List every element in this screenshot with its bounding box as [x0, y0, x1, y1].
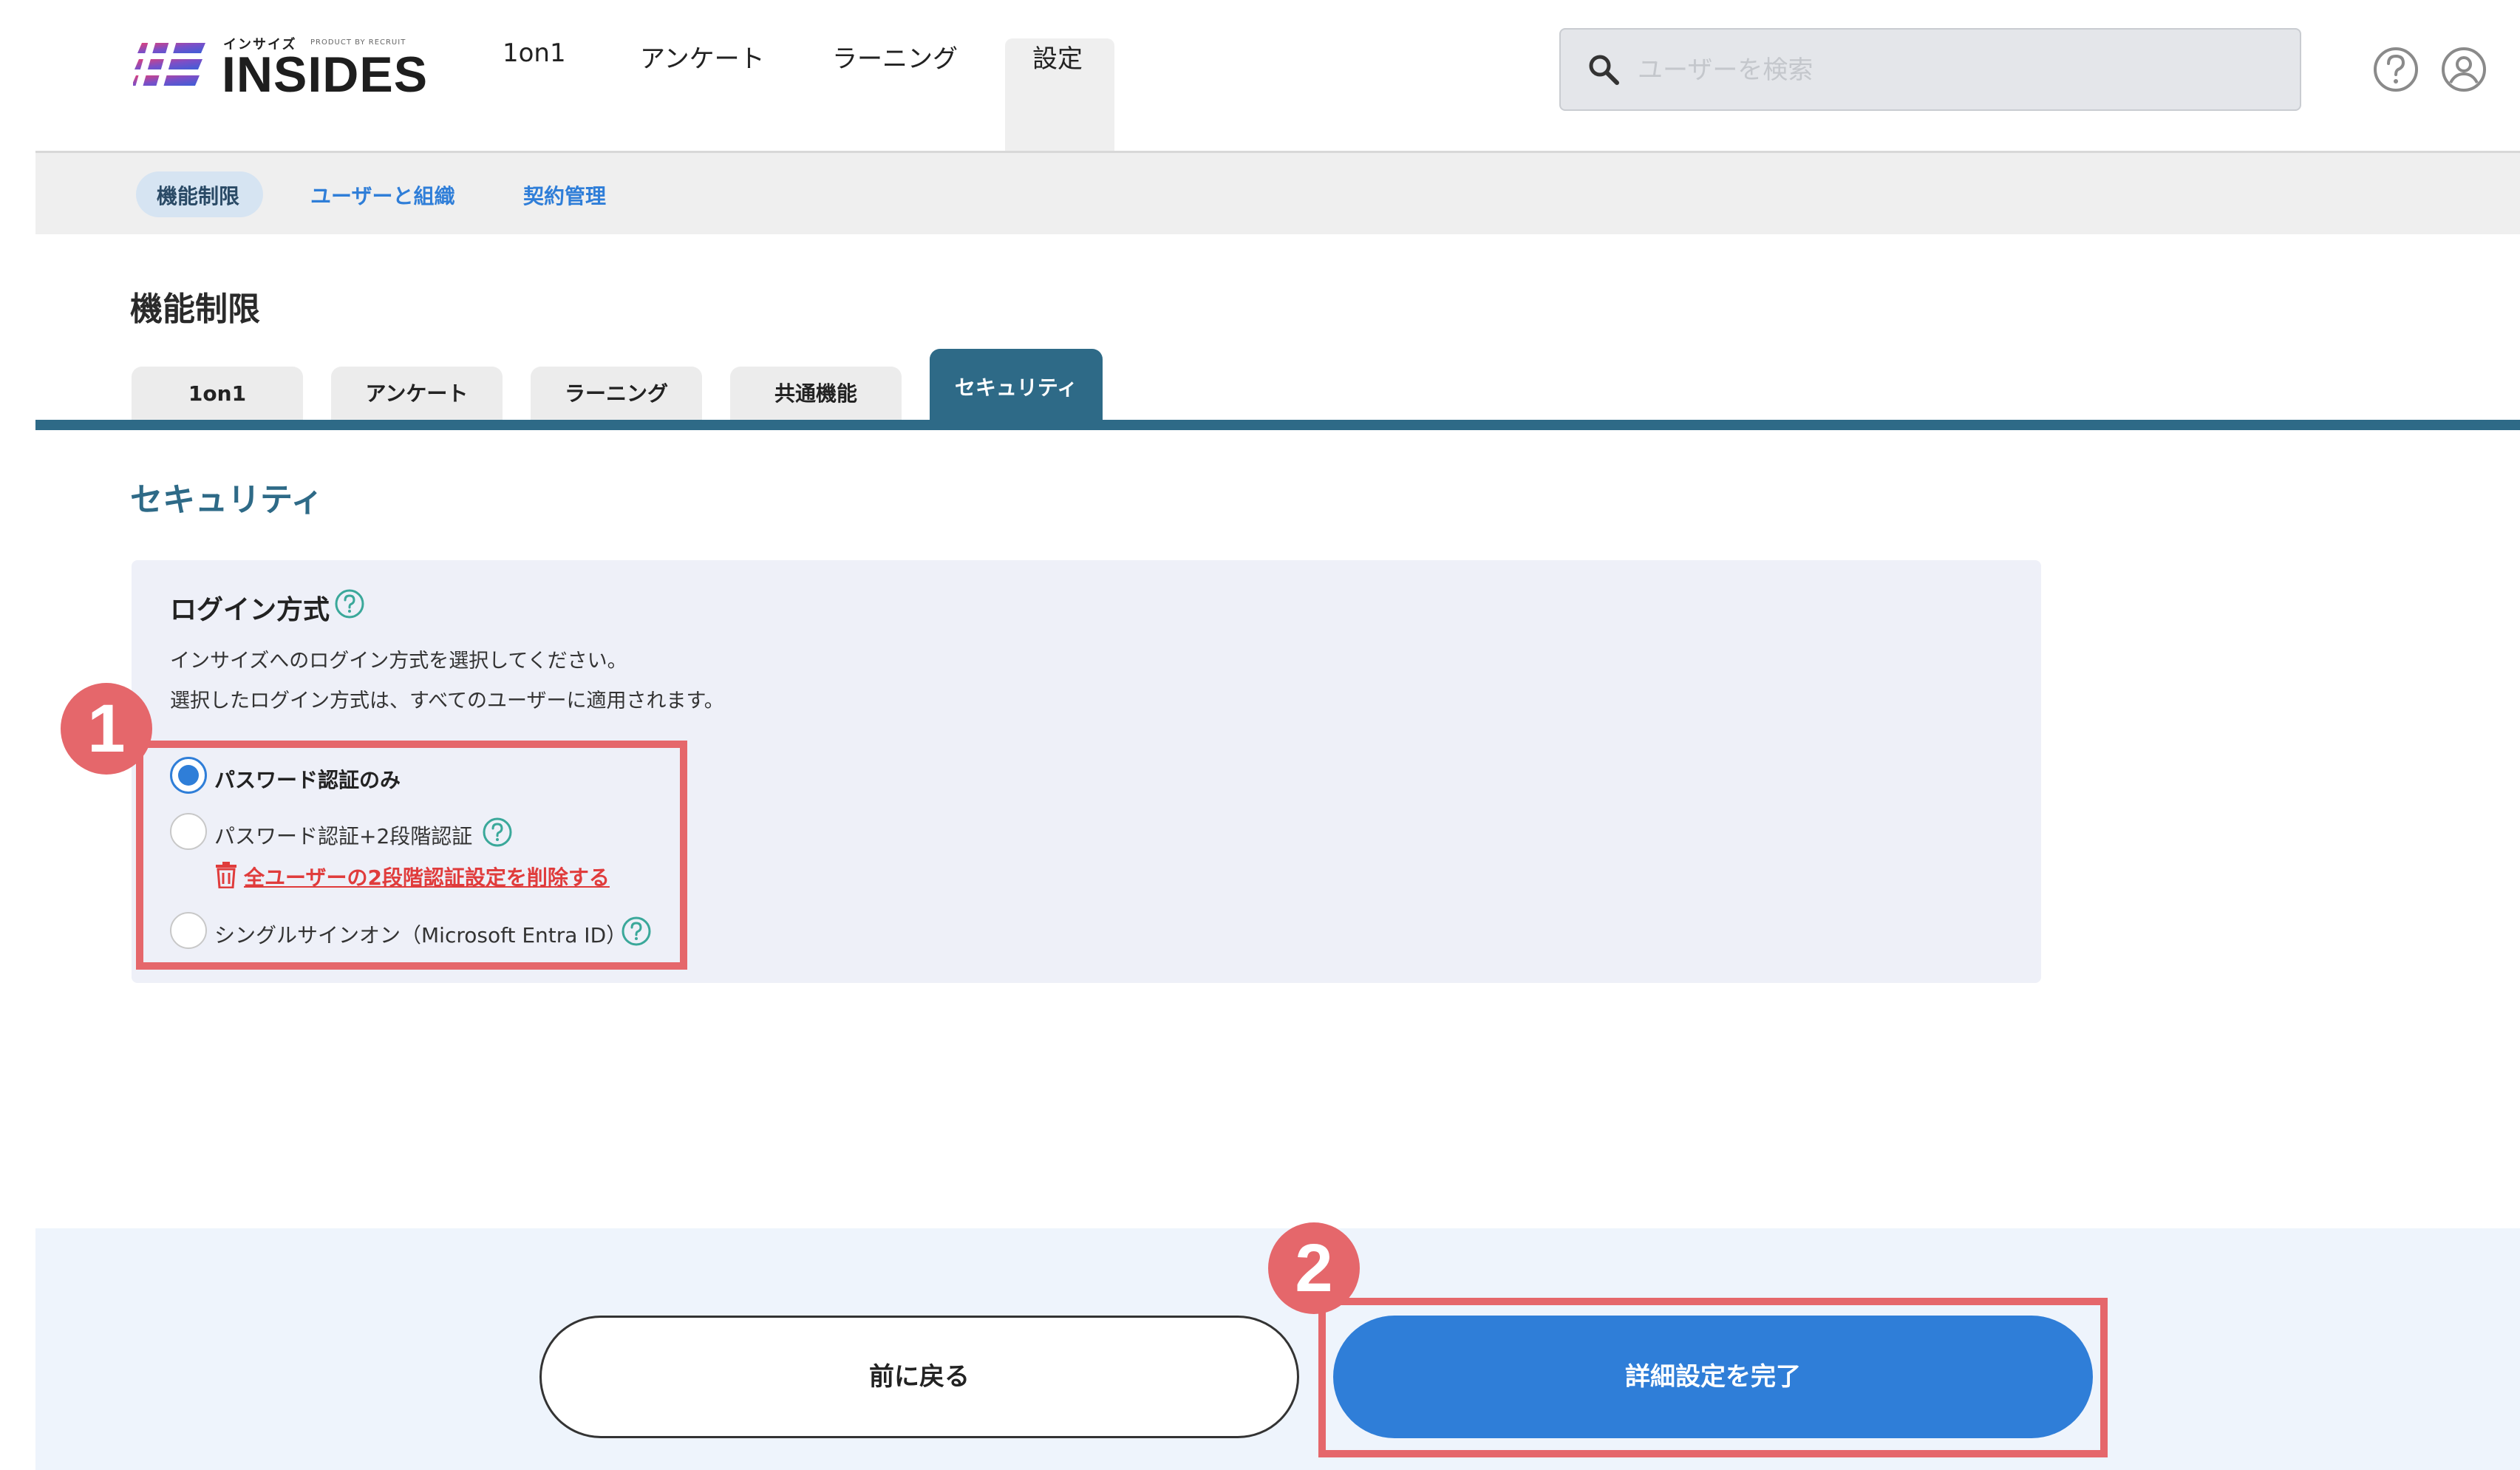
user-search	[1559, 28, 2301, 111]
tab-security[interactable]: セキュリティ	[930, 349, 1103, 421]
insides-logo[interactable]: インサイズ PRODUCT BY RECRUIT INSIDES	[133, 30, 427, 103]
tab-common-features[interactable]: 共通機能	[730, 367, 902, 420]
topnav-1on1[interactable]: 1on1	[503, 38, 566, 112]
logo-text: INSIDES	[222, 47, 429, 103]
back-button[interactable]: 前に戻る	[539, 1316, 1299, 1438]
logo-mark-icon	[133, 38, 205, 95]
step1-badge: 1	[61, 683, 152, 775]
step1-highlight-box	[136, 741, 687, 970]
page-title: 機能制限	[130, 290, 260, 328]
help-circle-icon[interactable]	[2372, 46, 2419, 93]
subnav-contract-management[interactable]: 契約管理	[523, 180, 606, 210]
topnav-settings[interactable]: 設定	[1032, 38, 1083, 112]
search-icon	[1589, 55, 1619, 85]
subnav-feature-restrictions[interactable]: 機能制限	[157, 180, 239, 210]
tab-underline-bar	[35, 420, 2520, 430]
account-circle-icon[interactable]	[2440, 46, 2487, 93]
topnav-learning[interactable]: ラーニング	[832, 38, 958, 112]
section-title: セキュリティ	[130, 481, 324, 519]
tab-learning[interactable]: ラーニング	[531, 367, 702, 420]
step2-badge: 2	[1268, 1222, 1360, 1314]
login-method-title: ログイン方式	[170, 595, 330, 625]
topnav-survey[interactable]: アンケート	[640, 38, 765, 112]
login-method-desc-2: 選択したログイン方式は、すべてのユーザーに適用されます。	[170, 690, 724, 712]
step2-highlight-box	[1318, 1298, 2108, 1457]
tab-survey[interactable]: アンケート	[331, 367, 503, 420]
help-icon[interactable]	[334, 588, 365, 619]
tab-1on1[interactable]: 1on1	[132, 367, 303, 420]
search-input[interactable]	[1638, 46, 2273, 95]
subnav-users-and-orgs[interactable]: ユーザーと組織	[310, 180, 454, 210]
login-method-desc-1: インサイズへのログイン方式を選択してください。	[170, 650, 627, 673]
